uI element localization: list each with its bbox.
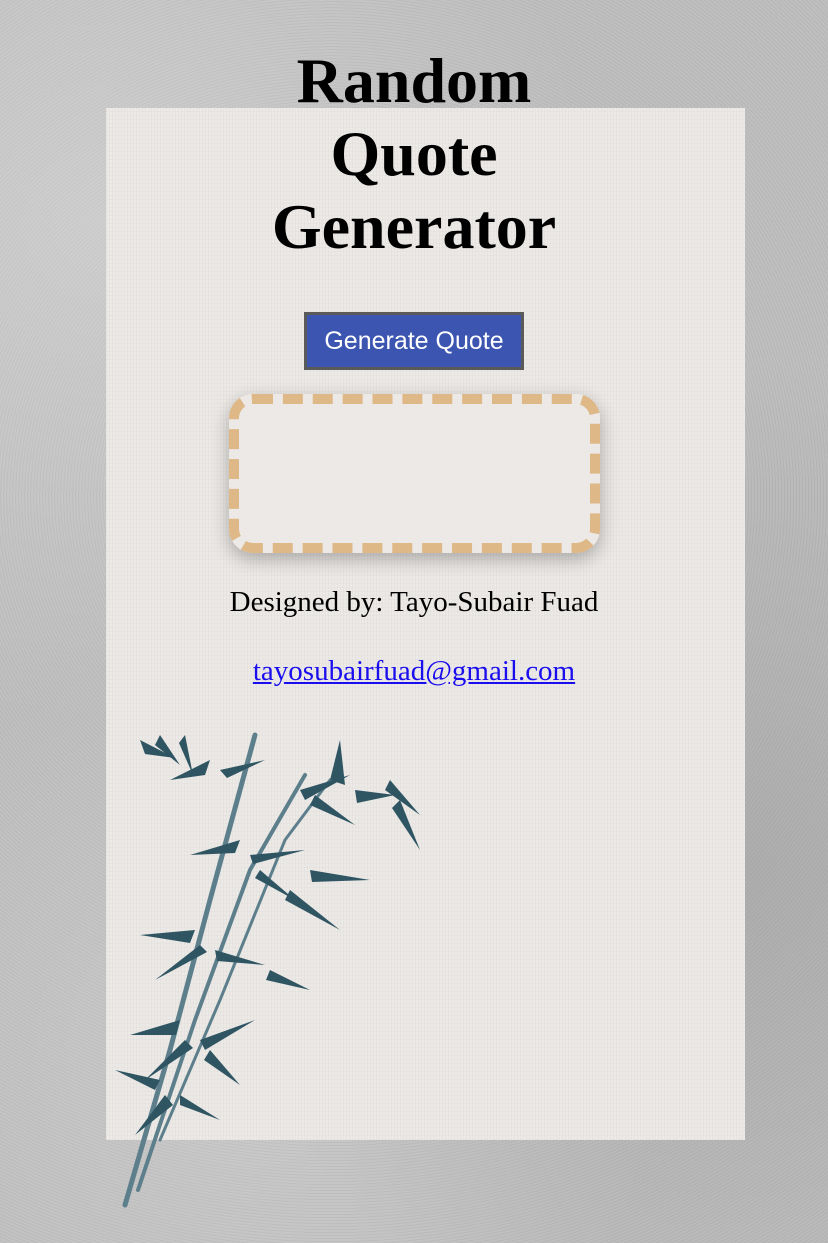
page-title: Random Quote Generator	[0, 44, 828, 263]
title-line-3: Generator	[271, 191, 557, 262]
designer-credit: Designed by: Tayo-Subair Fuad	[229, 586, 599, 618]
title-line-2: Quote	[330, 118, 498, 189]
email-line: tayosubairfuad@gmail.com	[0, 655, 828, 688]
quote-display-box	[229, 394, 600, 553]
title-line-1: Random	[296, 45, 532, 116]
email-link[interactable]: tayosubairfuad@gmail.com	[253, 655, 575, 687]
generate-quote-button[interactable]: Generate Quote	[304, 312, 524, 370]
bamboo-illustration-icon	[115, 732, 420, 1208]
